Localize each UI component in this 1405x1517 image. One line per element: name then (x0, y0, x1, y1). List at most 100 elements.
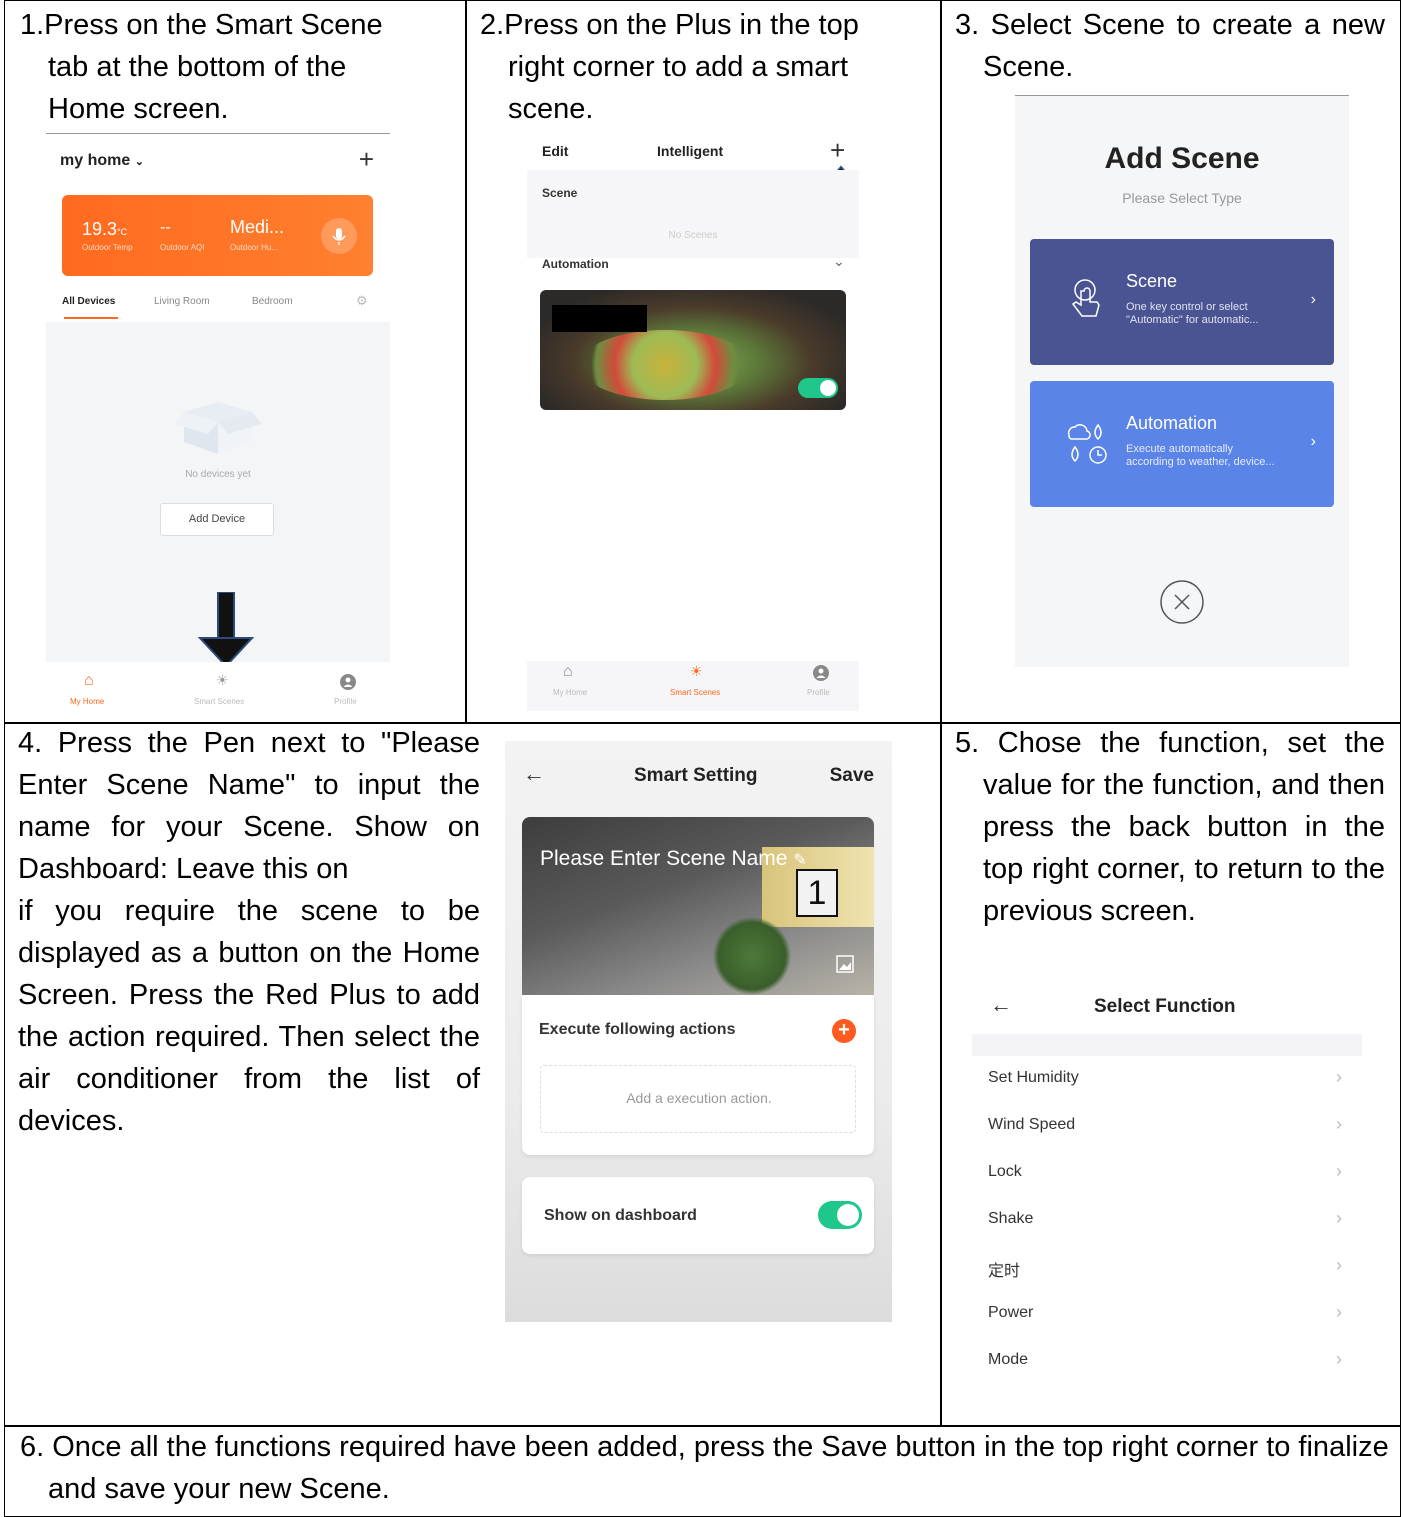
callout-badge: 1 (796, 869, 838, 917)
function-row[interactable]: Power › (972, 1292, 1362, 1339)
chevron-right-icon: › (1310, 291, 1316, 308)
profile-icon[interactable] (813, 665, 829, 681)
profile-icon[interactable] (340, 674, 356, 690)
temp-number: 19.3 (82, 219, 118, 239)
function-label: Set Humidity (988, 1069, 1079, 1086)
no-scenes-text: No Scenes (668, 230, 718, 241)
col-divider-2 (940, 0, 942, 1425)
close-icon[interactable] (1159, 579, 1205, 625)
screen-3-add-scene: Add Scene Please Select Type Scene One k… (1015, 95, 1349, 667)
humidity-value: Medi... (230, 217, 285, 237)
arrow-down-icon (196, 592, 256, 668)
back-arrow-icon[interactable]: ← (990, 992, 1012, 1018)
add-action-plus-button[interactable]: + (832, 1019, 856, 1043)
step-1-text: 1.Press on the Smart Scene tab at the bo… (20, 9, 383, 125)
add-action-text: Add a execution action. (626, 1090, 772, 1106)
add-action-box[interactable]: Add a execution action. (540, 1065, 856, 1133)
function-label: 定时 (988, 1263, 1021, 1280)
automation-type-desc-2: according to weather, device... (1126, 456, 1275, 468)
tab-all-devices[interactable]: All Devices (62, 296, 115, 307)
scene-name-input[interactable]: Please Enter Scene Name ✎ (540, 847, 807, 871)
nav-profile[interactable]: Profile (334, 697, 357, 706)
add-plus-button[interactable]: + (359, 144, 374, 175)
function-label: Wind Speed (988, 1116, 1076, 1133)
sun-icon[interactable]: ☀ (216, 672, 229, 689)
chevron-down-icon[interactable]: ⌄ (833, 253, 845, 270)
nav-my-home[interactable]: My Home (553, 688, 587, 697)
add-device-button[interactable]: Add Device (160, 503, 274, 536)
chevron-right-icon: › (1336, 1302, 1342, 1322)
scene-type-desc-2: "Automatic" for automatic... (1126, 314, 1259, 326)
chevron-right-icon: › (1336, 1114, 1342, 1134)
function-row[interactable]: Lock › (972, 1151, 1362, 1198)
humidity-label: Outdoor Hu... (230, 243, 279, 252)
automation-card-image[interactable] (540, 290, 846, 410)
chevron-right-icon: › (1310, 433, 1316, 450)
automation-toggle[interactable] (798, 378, 838, 398)
show-dashboard-label: Show on dashboard (544, 1207, 697, 1224)
scene-name-text: Please Enter Scene Name (540, 847, 788, 870)
function-label: Lock (988, 1163, 1022, 1180)
image-edit-icon[interactable] (836, 955, 854, 973)
nav-smart-scenes[interactable]: Smart Scenes (194, 697, 244, 706)
temp-value: 19.3°C (82, 219, 127, 240)
tab-bedroom[interactable]: Bedroom (252, 296, 293, 307)
tab-living-room[interactable]: Living Room (154, 296, 210, 307)
back-arrow-icon[interactable]: ← (523, 761, 545, 787)
add-scene-plus-button[interactable]: + (830, 135, 845, 166)
step-4-text: 4. Press the Pen next to "Please Enter S… (18, 722, 480, 1142)
plant-icon (712, 917, 792, 995)
home-title-text: my home (60, 152, 131, 169)
toggle-knob (837, 1204, 859, 1226)
smart-setting-title: Smart Setting (634, 765, 758, 786)
home-icon[interactable]: ⌂ (84, 672, 94, 690)
nav-smart-scenes[interactable]: Smart Scenes (670, 688, 720, 697)
function-row[interactable]: Set Humidity › (972, 1057, 1362, 1104)
automation-type-title: Automation (1126, 413, 1218, 433)
empty-box-icon (174, 394, 262, 456)
edit-button[interactable]: Edit (542, 143, 568, 159)
step-6-text: 6. Once all the functions required have … (20, 1431, 1389, 1505)
scene-label: Scene (542, 186, 578, 200)
add-scene-subtitle: Please Select Type (1122, 190, 1242, 206)
toggle-knob (820, 380, 836, 396)
function-row[interactable]: Mode › (972, 1339, 1362, 1386)
col-divider-1 (465, 0, 467, 722)
scene-type-card[interactable]: Scene One key control or select "Automat… (1030, 239, 1334, 365)
weather-card: 19.3°C -- Medi... Outdoor Temp Outdoor A… (62, 195, 373, 276)
chevron-right-icon: › (1336, 1161, 1342, 1181)
scene-section: Scene No Scenes (527, 170, 859, 258)
microphone-icon[interactable] (321, 218, 357, 254)
gear-icon[interactable]: ⚙ (356, 293, 368, 309)
temp-unit: °C (117, 227, 128, 237)
sun-icon[interactable]: ☀ (690, 663, 703, 680)
nav-profile[interactable]: Profile (807, 688, 830, 697)
show-dashboard-toggle[interactable] (818, 1201, 862, 1229)
aqi-value: -- (160, 219, 171, 236)
chevron-right-icon: › (1336, 1255, 1342, 1275)
step-5-text: 5. Chose the function, set the value for… (955, 727, 1385, 927)
chevron-right-icon: › (1336, 1208, 1342, 1228)
pen-icon[interactable]: ✎ (793, 852, 806, 869)
dashboard-card: Show on dashboard (522, 1177, 874, 1254)
home-title[interactable]: my home ⌄ (60, 152, 144, 170)
function-row[interactable]: Shake › (972, 1198, 1362, 1245)
screen-1-home: my home ⌄ + 19.3°C -- Medi... Outdoor Te… (46, 133, 390, 711)
nav-my-home[interactable]: My Home (70, 697, 104, 706)
scene-cover[interactable]: Please Enter Scene Name ✎ 1 (522, 817, 874, 995)
function-row[interactable]: 定时 › (972, 1245, 1362, 1292)
automation-type-card[interactable]: Automation Execute automatically accordi… (1030, 381, 1334, 507)
chevron-down-icon: ⌄ (134, 156, 144, 168)
function-row[interactable]: Wind Speed › (972, 1104, 1362, 1151)
scene-type-title: Scene (1126, 271, 1178, 291)
actions-card: Execute following actions + Add a execut… (522, 995, 874, 1155)
home-icon[interactable]: ⌂ (563, 663, 573, 681)
empty-text: No devices yet (185, 469, 251, 480)
screen-4-smart-setting: ← Smart Setting Save Please Enter Scene … (505, 741, 892, 1322)
step-4-text-b: if you require the scene to be displayed… (18, 895, 480, 1137)
redacted-label (552, 305, 647, 332)
automation-type-desc-1: Execute automatically (1126, 443, 1233, 455)
save-button[interactable]: Save (830, 765, 874, 787)
temp-label: Outdoor Temp (82, 243, 133, 252)
screen-5-select-function: ← Select Function Set Humidity › Wind Spe… (972, 982, 1362, 1394)
